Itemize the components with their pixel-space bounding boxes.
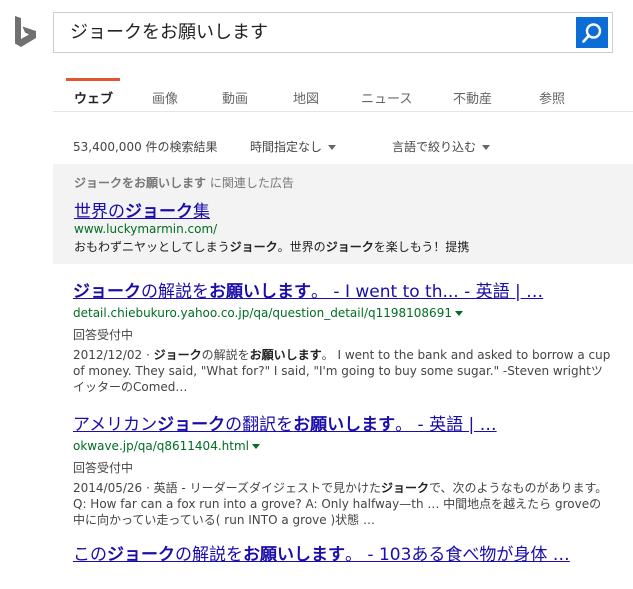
ad-label-query: ジョークをお願いします xyxy=(74,176,207,190)
time-filter-label: 時間指定なし xyxy=(250,140,323,154)
ad-desc-bold: ジョーク xyxy=(325,240,374,254)
snippet-text: 2012/12/02 · xyxy=(73,348,154,362)
search-input[interactable] xyxy=(70,13,570,52)
snippet-bold: ジョーク xyxy=(153,348,202,362)
language-filter-label: 言語で絞り込む xyxy=(392,140,477,154)
title-bold: お願いします xyxy=(209,282,311,302)
title-text: 。 - I went to th... - 英語 | … xyxy=(311,282,544,302)
title-text: アメリカン xyxy=(73,415,158,435)
ad-title-bold: ジョーク xyxy=(125,202,193,222)
result-url-text: okwave.jp/qa/q8611404.html xyxy=(73,439,249,453)
tab-realestate[interactable]: 不動産 xyxy=(453,88,492,107)
title-text: 。 - 103ある食べ物が身体 … xyxy=(345,545,570,565)
ad-label: ジョークをお願いします に関連した広告 xyxy=(74,174,294,191)
result-title-link[interactable]: アメリカンジョークの翻訳をお願いします。 - 英語 | … xyxy=(73,410,613,435)
chevron-down-icon[interactable] xyxy=(251,444,260,449)
snippet-text: の解説を xyxy=(201,348,250,362)
title-text: の解説を xyxy=(175,545,243,565)
language-filter-dropdown[interactable]: 言語で絞り込む xyxy=(392,138,491,155)
ad-title-link[interactable]: 世界のジョーク集 xyxy=(74,197,210,222)
search-result: アメリカンジョークの翻訳をお願いします。 - 英語 | … okwave.jp/… xyxy=(73,410,613,528)
time-filter-dropdown[interactable]: 時間指定なし xyxy=(250,138,337,155)
result-title-link[interactable]: このジョークの解説をお願いします。 - 103ある食べ物が身体 … xyxy=(73,544,613,566)
ad-block: ジョークをお願いします に関連した広告 世界のジョーク集 www.luckyma… xyxy=(53,164,633,264)
active-tab-indicator xyxy=(66,78,120,81)
tab-maps[interactable]: 地図 xyxy=(293,88,319,107)
vertical-tabs: ウェブ 画像 動画 地図 ニュース 不動産 参照 xyxy=(53,78,633,112)
title-text: の翻訳を xyxy=(225,415,294,435)
search-button[interactable] xyxy=(576,17,608,48)
ad-desc-text: を楽しもう！提携 xyxy=(373,240,470,254)
ad-description: おもわずニヤッとしてしまうジョーク。世界のジョークを楽しもう！提携 xyxy=(74,238,469,255)
tab-videos[interactable]: 動画 xyxy=(222,88,248,107)
title-bold: お願いします xyxy=(243,545,345,565)
result-snippet: 2012/12/02 · ジョークの解説をお願いします。 I went to t… xyxy=(73,347,613,395)
title-text: の解説を xyxy=(141,282,209,302)
search-icon xyxy=(582,22,602,43)
snippet-bold: ジョーク xyxy=(380,481,429,495)
chevron-down-icon[interactable] xyxy=(454,311,463,316)
search-result: ジョークの解説をお願いします。 - I went to th... - 英語 |… xyxy=(73,277,613,395)
result-title-link[interactable]: ジョークの解説をお願いします。 - I went to th... - 英語 |… xyxy=(73,277,613,302)
tab-news[interactable]: ニュース xyxy=(361,88,412,107)
chevron-down-icon xyxy=(482,145,491,150)
result-url[interactable]: detail.chiebukuro.yahoo.co.jp/qa/questio… xyxy=(73,306,613,320)
status-badge: 回答受付中 xyxy=(73,461,134,475)
chevron-down-icon xyxy=(328,145,337,150)
tab-reference[interactable]: 参照 xyxy=(539,88,565,107)
ad-label-text: に関連した広告 xyxy=(206,176,294,190)
title-text: 。 - 英語 | … xyxy=(395,415,497,435)
result-url[interactable]: okwave.jp/qa/q8611404.html xyxy=(73,439,613,453)
ad-desc-bold: ジョーク xyxy=(229,240,278,254)
snippet-text: 2014/05/26 · 英語 - リーダーズダイジェストで見かけた xyxy=(73,481,381,495)
snippet-bold: お願いします xyxy=(249,348,322,362)
title-bold: ジョーク xyxy=(107,545,175,565)
result-snippet: 2014/05/26 · 英語 - リーダーズダイジェストで見かけたジョークで、… xyxy=(73,480,613,528)
title-bold: お願いします xyxy=(293,415,396,435)
bing-logo[interactable] xyxy=(12,14,40,50)
tab-web[interactable]: ウェブ xyxy=(74,88,113,107)
title-bold: ジョーク xyxy=(73,282,141,302)
title-text: この xyxy=(73,545,107,565)
status-badge: 回答受付中 xyxy=(73,328,134,342)
ad-desc-text: おもわずニヤッとしてしまう xyxy=(74,240,230,254)
search-result: このジョークの解説をお願いします。 - 103ある食べ物が身体 … xyxy=(73,544,613,566)
tab-images[interactable]: 画像 xyxy=(152,88,178,107)
ad-title-text: 集 xyxy=(193,202,210,222)
ad-url[interactable]: www.luckymarmin.com/ xyxy=(74,222,217,236)
ad-desc-text: 。世界の xyxy=(277,240,326,254)
result-count: 53,400,000 件の検索結果 xyxy=(73,140,218,154)
search-box xyxy=(53,12,613,53)
ad-title-text: 世界の xyxy=(74,202,125,222)
title-bold: ジョーク xyxy=(157,415,226,435)
result-url-text: detail.chiebukuro.yahoo.co.jp/qa/questio… xyxy=(73,306,452,320)
